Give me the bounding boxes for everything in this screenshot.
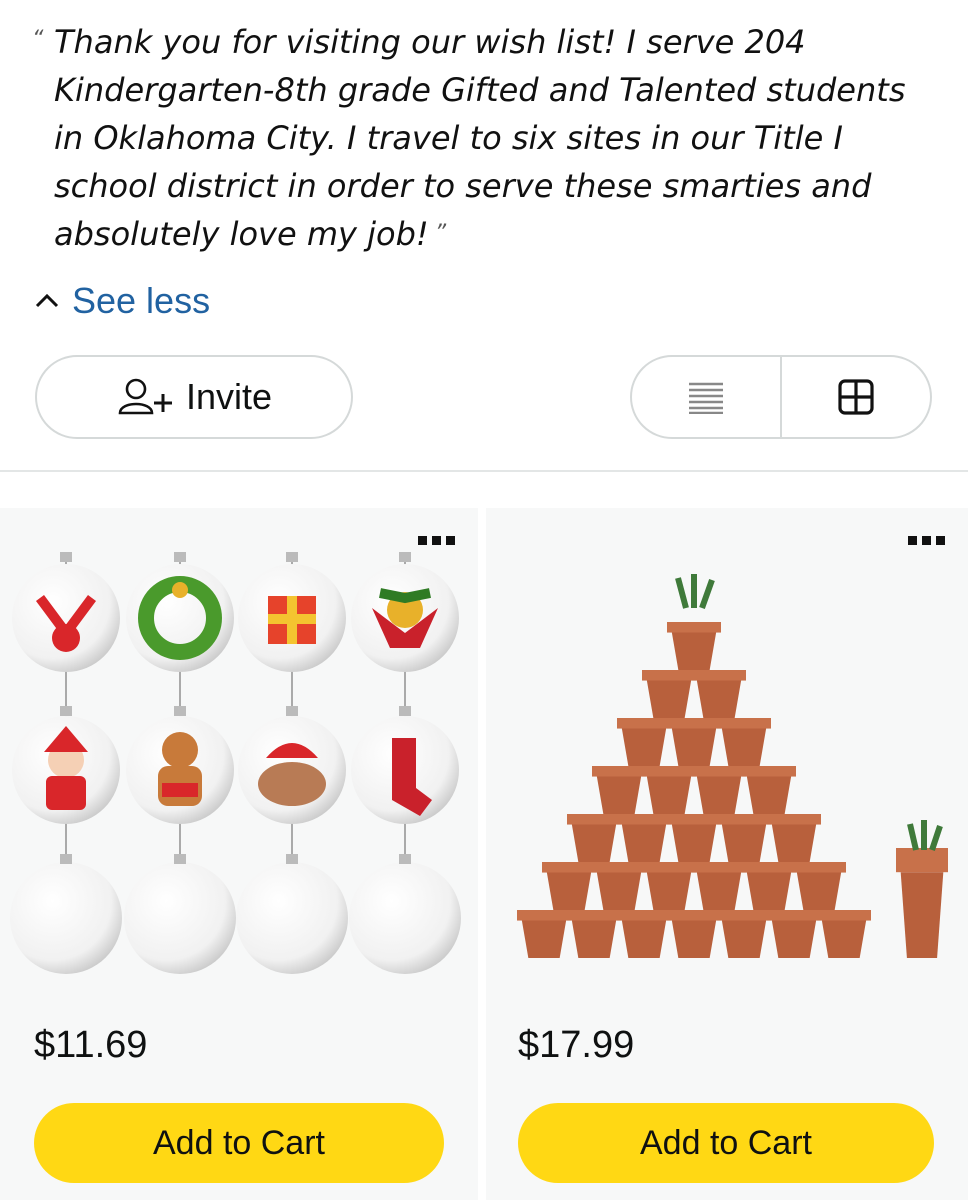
christmas-ornaments-image[interactable] bbox=[0, 538, 478, 978]
close-quote-mark: ” bbox=[434, 221, 447, 246]
terracotta-pots-image[interactable] bbox=[486, 538, 968, 978]
product-card[interactable]: $11.69 Add to Cart bbox=[0, 508, 478, 1200]
section-divider bbox=[0, 470, 968, 472]
invite-button[interactable]: Invite bbox=[35, 355, 353, 439]
item-price: $11.69 bbox=[34, 1024, 148, 1066]
invite-label: Invite bbox=[185, 376, 273, 417]
view-toggle bbox=[630, 355, 932, 439]
chevron-up-icon bbox=[35, 293, 59, 308]
see-less-label: See less bbox=[72, 280, 211, 321]
open-quote-mark: “ bbox=[32, 27, 44, 52]
add-person-icon bbox=[118, 378, 172, 415]
see-less-link[interactable]: See less bbox=[34, 280, 210, 322]
grid-view-icon bbox=[838, 379, 874, 415]
wishlist-description: “ Thank you for visiting our wish list! … bbox=[32, 18, 940, 258]
grid-view-button[interactable] bbox=[780, 357, 930, 437]
product-card[interactable]: $17.99 Add to Cart bbox=[486, 508, 968, 1200]
item-price: $17.99 bbox=[518, 1024, 635, 1066]
add-to-cart-button[interactable]: Add to Cart bbox=[518, 1103, 934, 1183]
list-view-icon bbox=[689, 382, 723, 414]
list-view-button[interactable] bbox=[632, 357, 780, 437]
description-text: Thank you for visiting our wish list! I … bbox=[54, 23, 906, 253]
add-to-cart-button[interactable]: Add to Cart bbox=[34, 1103, 444, 1183]
